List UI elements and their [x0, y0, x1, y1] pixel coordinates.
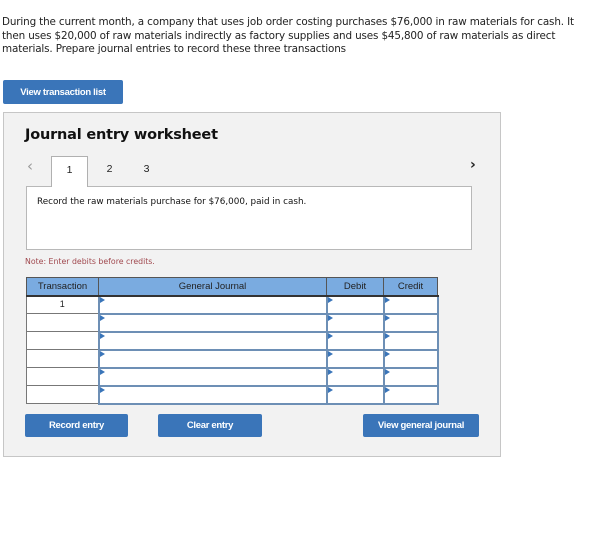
- chevron-left-icon[interactable]: ‹: [27, 157, 33, 175]
- account-input[interactable]: [97, 294, 328, 315]
- problem-statement: During the current month, a company that…: [2, 16, 574, 55]
- dropdown-flag-icon: [384, 386, 390, 393]
- dropdown-flag-icon: [99, 332, 105, 339]
- debit-input[interactable]: [325, 294, 385, 315]
- table-row: [26, 384, 439, 405]
- journal-entry-worksheet: Journal entry worksheet ‹ 1 2 3 › Record…: [3, 112, 501, 457]
- clear-entry-button[interactable]: Clear entry: [158, 414, 262, 437]
- debits-before-credits-note: Note: Enter debits before credits.: [25, 257, 155, 266]
- transaction-number-cell: [26, 385, 99, 404]
- worksheet-title: Journal entry worksheet: [25, 127, 218, 143]
- transaction-number-cell: [26, 331, 99, 350]
- tab-transaction-2[interactable]: 2: [91, 156, 128, 186]
- view-transaction-list-button[interactable]: View transaction list: [3, 80, 123, 104]
- debit-input[interactable]: [325, 348, 385, 369]
- dropdown-flag-icon: [99, 314, 105, 321]
- tab-transaction-3[interactable]: 3: [128, 156, 165, 186]
- dropdown-flag-icon: [384, 296, 390, 303]
- table-header-row: Transaction General Journal Debit Credit: [26, 277, 438, 297]
- dropdown-flag-icon: [327, 368, 333, 375]
- debit-input[interactable]: [325, 312, 385, 333]
- table-row: [26, 366, 439, 387]
- dropdown-flag-icon: [99, 296, 105, 303]
- transaction-number-cell: 1: [26, 295, 99, 314]
- dropdown-flag-icon: [327, 314, 333, 321]
- debit-input[interactable]: [325, 366, 385, 387]
- account-input[interactable]: [97, 330, 328, 351]
- header-credit: Credit: [383, 277, 438, 297]
- dropdown-flag-icon: [99, 350, 105, 357]
- credit-input[interactable]: [382, 294, 439, 315]
- debit-input[interactable]: [325, 330, 385, 351]
- debit-input[interactable]: [325, 384, 385, 405]
- credit-input[interactable]: [382, 366, 439, 387]
- header-transaction: Transaction: [26, 277, 99, 297]
- dropdown-flag-icon: [327, 296, 333, 303]
- dropdown-flag-icon: [384, 368, 390, 375]
- credit-input[interactable]: [382, 312, 439, 333]
- credit-input[interactable]: [382, 348, 439, 369]
- account-input[interactable]: [97, 384, 328, 405]
- view-general-journal-button[interactable]: View general journal: [363, 414, 479, 437]
- dropdown-flag-icon: [384, 332, 390, 339]
- account-input[interactable]: [97, 348, 328, 369]
- dropdown-flag-icon: [384, 314, 390, 321]
- header-general-journal: General Journal: [98, 277, 327, 297]
- table-row: [26, 312, 439, 333]
- dropdown-flag-icon: [327, 386, 333, 393]
- credit-input[interactable]: [382, 384, 439, 405]
- dropdown-flag-icon: [99, 386, 105, 393]
- header-debit: Debit: [326, 277, 384, 297]
- transaction-description-box: Record the raw materials purchase for $7…: [26, 186, 472, 250]
- account-input[interactable]: [97, 366, 328, 387]
- table-row: 1: [26, 294, 439, 315]
- journal-table: Transaction General Journal Debit Credit…: [26, 277, 439, 405]
- dropdown-flag-icon: [99, 368, 105, 375]
- transaction-number-cell: [26, 313, 99, 332]
- transaction-description: Record the raw materials purchase for $7…: [37, 197, 307, 207]
- record-entry-button[interactable]: Record entry: [25, 414, 128, 437]
- table-row: [26, 348, 439, 369]
- tab-transaction-1[interactable]: 1: [51, 156, 88, 187]
- table-row: [26, 330, 439, 351]
- credit-input[interactable]: [382, 330, 439, 351]
- account-input[interactable]: [97, 312, 328, 333]
- transaction-number-cell: [26, 367, 99, 386]
- transaction-number-cell: [26, 349, 99, 368]
- dropdown-flag-icon: [327, 332, 333, 339]
- dropdown-flag-icon: [384, 350, 390, 357]
- dropdown-flag-icon: [327, 350, 333, 357]
- chevron-right-icon[interactable]: ›: [470, 157, 476, 173]
